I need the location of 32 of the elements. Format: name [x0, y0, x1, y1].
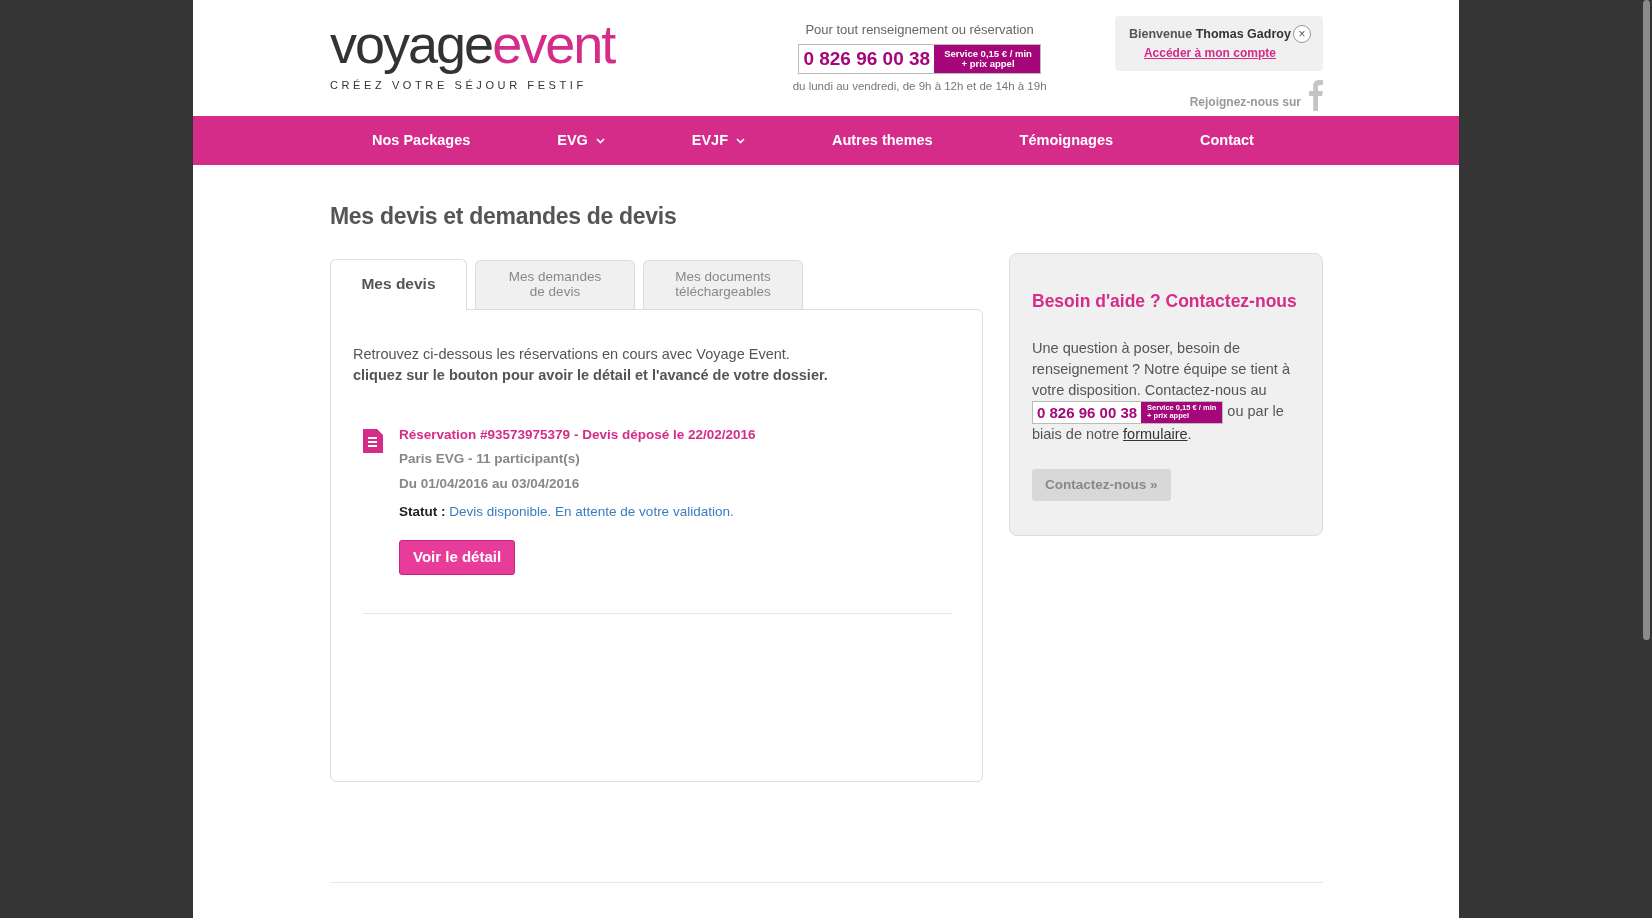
account-link[interactable]: Accéder à mon compte — [1143, 45, 1276, 60]
reservation-dates: Du 01/04/2016 au 03/04/2016 — [399, 474, 581, 493]
tab[interactable]: Mes demandes de devis — [475, 259, 635, 309]
scrollbar-thumb[interactable] — [1643, 0, 1650, 640]
intro-text: Retrouvez ci-dessous les réservations en cours avec Voyage Event. — [353, 344, 791, 364]
reservation-status: Statut : Devis disponible. En attente de votre validation. — [399, 502, 735, 521]
page-title: Mes devis et demandes de devis — [330, 203, 678, 231]
hotline-hours: du lundi au vendredi, de 9h à 12h et de 14h à 19h — [792, 79, 1047, 94]
form-link[interactable]: formulaire — [1123, 425, 1188, 442]
welcome-greeting: Bienvenue Thomas Gadroy — [1129, 26, 1291, 43]
contact-button[interactable]: Contactez-nous » — [1032, 468, 1171, 502]
tab[interactable]: Mes devis — [330, 258, 467, 310]
nav-link[interactable]: EVG — [557, 129, 605, 152]
reservation-summary: Paris EVG - 11 participant(s) — [399, 450, 581, 469]
logo-tagline: CRÉEZ VOTRE SÉJOUR FESTIF — [330, 78, 588, 93]
hotline-number-badge: 0 826 96 00 38 Service 0,15 € / min + prix appel — [798, 43, 1041, 74]
hotline-intro: Pour tout renseignement ou réservation — [804, 21, 1035, 39]
reservation-title[interactable]: Réservation #93573975379 - Devis déposé le 22/02/2016 — [399, 425, 756, 446]
intro-instruction: cliquez sur le bouton pour avoir le détail et l'avancé de votre dossier. — [353, 366, 829, 386]
close-button[interactable]: × — [1293, 25, 1311, 43]
nav-link[interactable]: Nos Packages — [372, 129, 471, 152]
nav-link[interactable]: EVJF — [691, 129, 746, 152]
social-label: Rejoignez-nous sur — [1189, 93, 1301, 111]
nav-link[interactable]: Témoignages — [1019, 129, 1114, 152]
document-icon — [363, 429, 383, 454]
caret-icon[interactable] — [736, 137, 746, 144]
detail-button[interactable]: Voir le détail — [399, 540, 516, 575]
caret-icon[interactable] — [595, 137, 605, 144]
tab[interactable]: Mes documents téléchargeables — [643, 259, 803, 309]
help-title: Besoin d'aide ? Contactez-nous — [1032, 289, 1298, 313]
nav-link[interactable]: Autres themes — [831, 129, 933, 152]
nav-link[interactable]: Contact — [1199, 129, 1254, 152]
